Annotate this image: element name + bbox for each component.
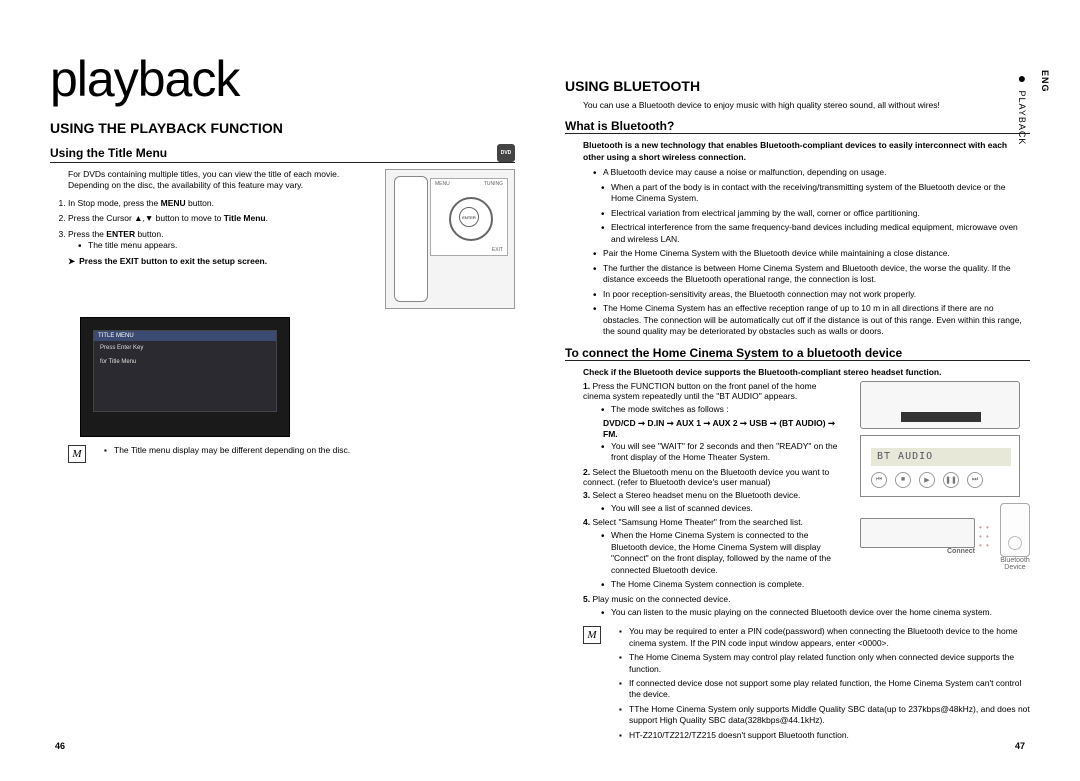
connect-step1-sub2: You will see "WAIT" for 2 seconds and th…: [601, 441, 846, 464]
remote-tuning-label: TUNING: [484, 181, 503, 187]
connect-step4-sub1: When the Home Cinema System is connected…: [601, 530, 846, 576]
bt-bullet-1: A Bluetooth device may cause a noise or …: [593, 167, 1030, 178]
exit-instruction: Press the EXIT button to exit the setup …: [50, 256, 375, 267]
display-text: BT AUDIO: [871, 448, 1011, 466]
play-icon: ▶: [919, 472, 935, 488]
note-text: The Title menu display may be different …: [104, 445, 515, 456]
next-track-icon: ⏭: [967, 472, 983, 488]
bluetooth-intro: You can use a Bluetooth device to enjoy …: [565, 100, 1030, 111]
pause-icon: ❚❚: [943, 472, 959, 488]
remote-menu-label: MENU: [435, 181, 450, 187]
connect-step-4: 4. Select "Samsung Home Theater" from th…: [583, 517, 846, 527]
connect-step4-sub2: The Home Cinema System connection is com…: [601, 579, 846, 590]
screen-titlebar: TITLE MENU: [94, 331, 276, 341]
bt-sub-3: Electrical interference from the same fr…: [601, 222, 1030, 245]
dvd-badge-icon: DVD: [497, 144, 515, 162]
page-number-right: 47: [1015, 741, 1025, 751]
bluetooth-bullets: A Bluetooth device may cause a noise or …: [583, 167, 1030, 178]
h2-title-menu: Using the Title Menu DVD: [50, 144, 515, 163]
h2-title-menu-text: Using the Title Menu: [50, 146, 167, 160]
page-number-left: 46: [55, 741, 65, 751]
connect-note-3: If connected device dose not support som…: [619, 678, 1030, 701]
tv-screenshot: TITLE MENU Press Enter Key for Title Men…: [80, 317, 290, 437]
bluetooth-device-label: Bluetooth Device: [1000, 557, 1030, 571]
page-left: playback USING THE PLAYBACK FUNCTION Usi…: [50, 50, 525, 744]
lang-tab: ENG: [1040, 70, 1050, 93]
section-tab: PLAYBACK: [1017, 91, 1027, 146]
connect-step-1: 1. Press the FUNCTION button on the fron…: [583, 381, 846, 401]
title-menu-steps: In Stop mode, press the MENU button. Pre…: [50, 198, 375, 252]
prev-track-icon: ⏮: [871, 472, 887, 488]
bluetooth-sub-bullets: When a part of the body is in contact wi…: [583, 182, 1030, 245]
h2-connect-text: To connect the Home Cinema System to a b…: [565, 346, 902, 360]
connect-figures: BT AUDIO ⏮ ■ ▶ ❚❚ ⏭ Connect: [860, 381, 1030, 594]
connect-note-1: You may be required to enter a PIN code(…: [619, 626, 1030, 649]
h2-what-is-bluetooth: What is Bluetooth?: [565, 119, 1030, 134]
note-icon: M: [68, 445, 86, 463]
section-title: playback: [50, 50, 515, 108]
connect-note-5: HT-Z210/TZ212/TZ215 doesn't support Blue…: [619, 730, 1030, 741]
bluetooth-bullets-2: Pair the Home Cinema System with the Blu…: [583, 248, 1030, 337]
h2-what-is-bluetooth-text: What is Bluetooth?: [565, 119, 674, 133]
title-menu-text-col: For DVDs containing multiple titles, you…: [50, 169, 375, 309]
connect-step1-sub1: The mode switches as follows :: [601, 404, 846, 415]
remote-illustration: MENU TUNING EXIT ENTER: [385, 169, 515, 309]
screen-row-1: Press Enter Key: [94, 341, 276, 355]
connect-step5-sub: You can listen to the music playing on t…: [601, 607, 1030, 618]
connect-note-2: The Home Cinema System may control play …: [619, 652, 1030, 675]
step-3-note: The title menu appears.: [78, 240, 375, 251]
bt-bullet-5: The Home Cinema System has an effective …: [593, 303, 1030, 337]
bluetooth-device-icon: [1000, 503, 1030, 557]
stop-icon: ■: [895, 472, 911, 488]
bullet-icon: ●: [1014, 70, 1030, 87]
bt-sub-1: When a part of the body is in contact wi…: [601, 182, 1030, 205]
side-tab: ENG ● PLAYBACK: [1014, 70, 1050, 145]
step-2: Press the Cursor ▲,▼ button to move to T…: [68, 213, 375, 224]
connect-step-5: 5. Play music on the connected device.: [583, 594, 1030, 604]
connect-check-line: Check if the Bluetooth device supports t…: [583, 367, 1030, 377]
bt-bullet-3: The further the distance is between Home…: [593, 263, 1030, 286]
title-menu-note: M The Title menu display may be differen…: [50, 445, 515, 463]
remote-exit-label: EXIT: [492, 247, 503, 253]
connect-note-4: TThe Home Cinema System only supports Mi…: [619, 704, 1030, 727]
h1-playback-function: USING THE PLAYBACK FUNCTION: [50, 120, 515, 136]
screen-row-2: for Title Menu: [94, 355, 276, 369]
home-cinema-front-icon: [860, 381, 1020, 429]
bt-sub-2: Electrical variation from electrical jam…: [601, 208, 1030, 219]
step-3: Press the ENTER button. The title menu a…: [68, 229, 375, 252]
bluetooth-bold-intro: Bluetooth is a new technology that enabl…: [583, 140, 1030, 163]
note-icon: M: [583, 626, 601, 644]
connect-step-2: 2. Select the Bluetooth menu on the Blue…: [583, 467, 846, 487]
h1-bluetooth: USING BLUETOOTH: [565, 78, 1030, 94]
step-1: In Stop mode, press the MENU button.: [68, 198, 375, 209]
bt-bullet-2: Pair the Home Cinema System with the Blu…: [593, 248, 1030, 259]
home-cinema-display-zoom: BT AUDIO ⏮ ■ ▶ ❚❚ ⏭: [860, 435, 1020, 497]
connect-step3-sub: You will see a list of scanned devices.: [601, 503, 846, 514]
h2-connect: To connect the Home Cinema System to a b…: [565, 346, 1030, 361]
connect-word: Connect: [947, 548, 975, 555]
home-cinema-small-icon: [860, 518, 975, 548]
remote-enter-button: ENTER: [459, 207, 479, 227]
connect-notes: M You may be required to enter a PIN cod…: [583, 626, 1030, 744]
title-menu-intro: For DVDs containing multiple titles, you…: [50, 169, 375, 192]
mode-sequence: DVD/CD ➞ D.IN ➞ AUX 1 ➞ AUX 2 ➞ USB ➞ (B…: [583, 418, 846, 441]
connection-dots-icon: • • • • • •: [979, 523, 996, 550]
page-right: USING BLUETOOTH You can use a Bluetooth …: [555, 50, 1030, 744]
bt-bullet-4: In poor reception-sensitivity areas, the…: [593, 289, 1030, 300]
connect-step-3: 3. Select a Stereo headset menu on the B…: [583, 490, 846, 500]
